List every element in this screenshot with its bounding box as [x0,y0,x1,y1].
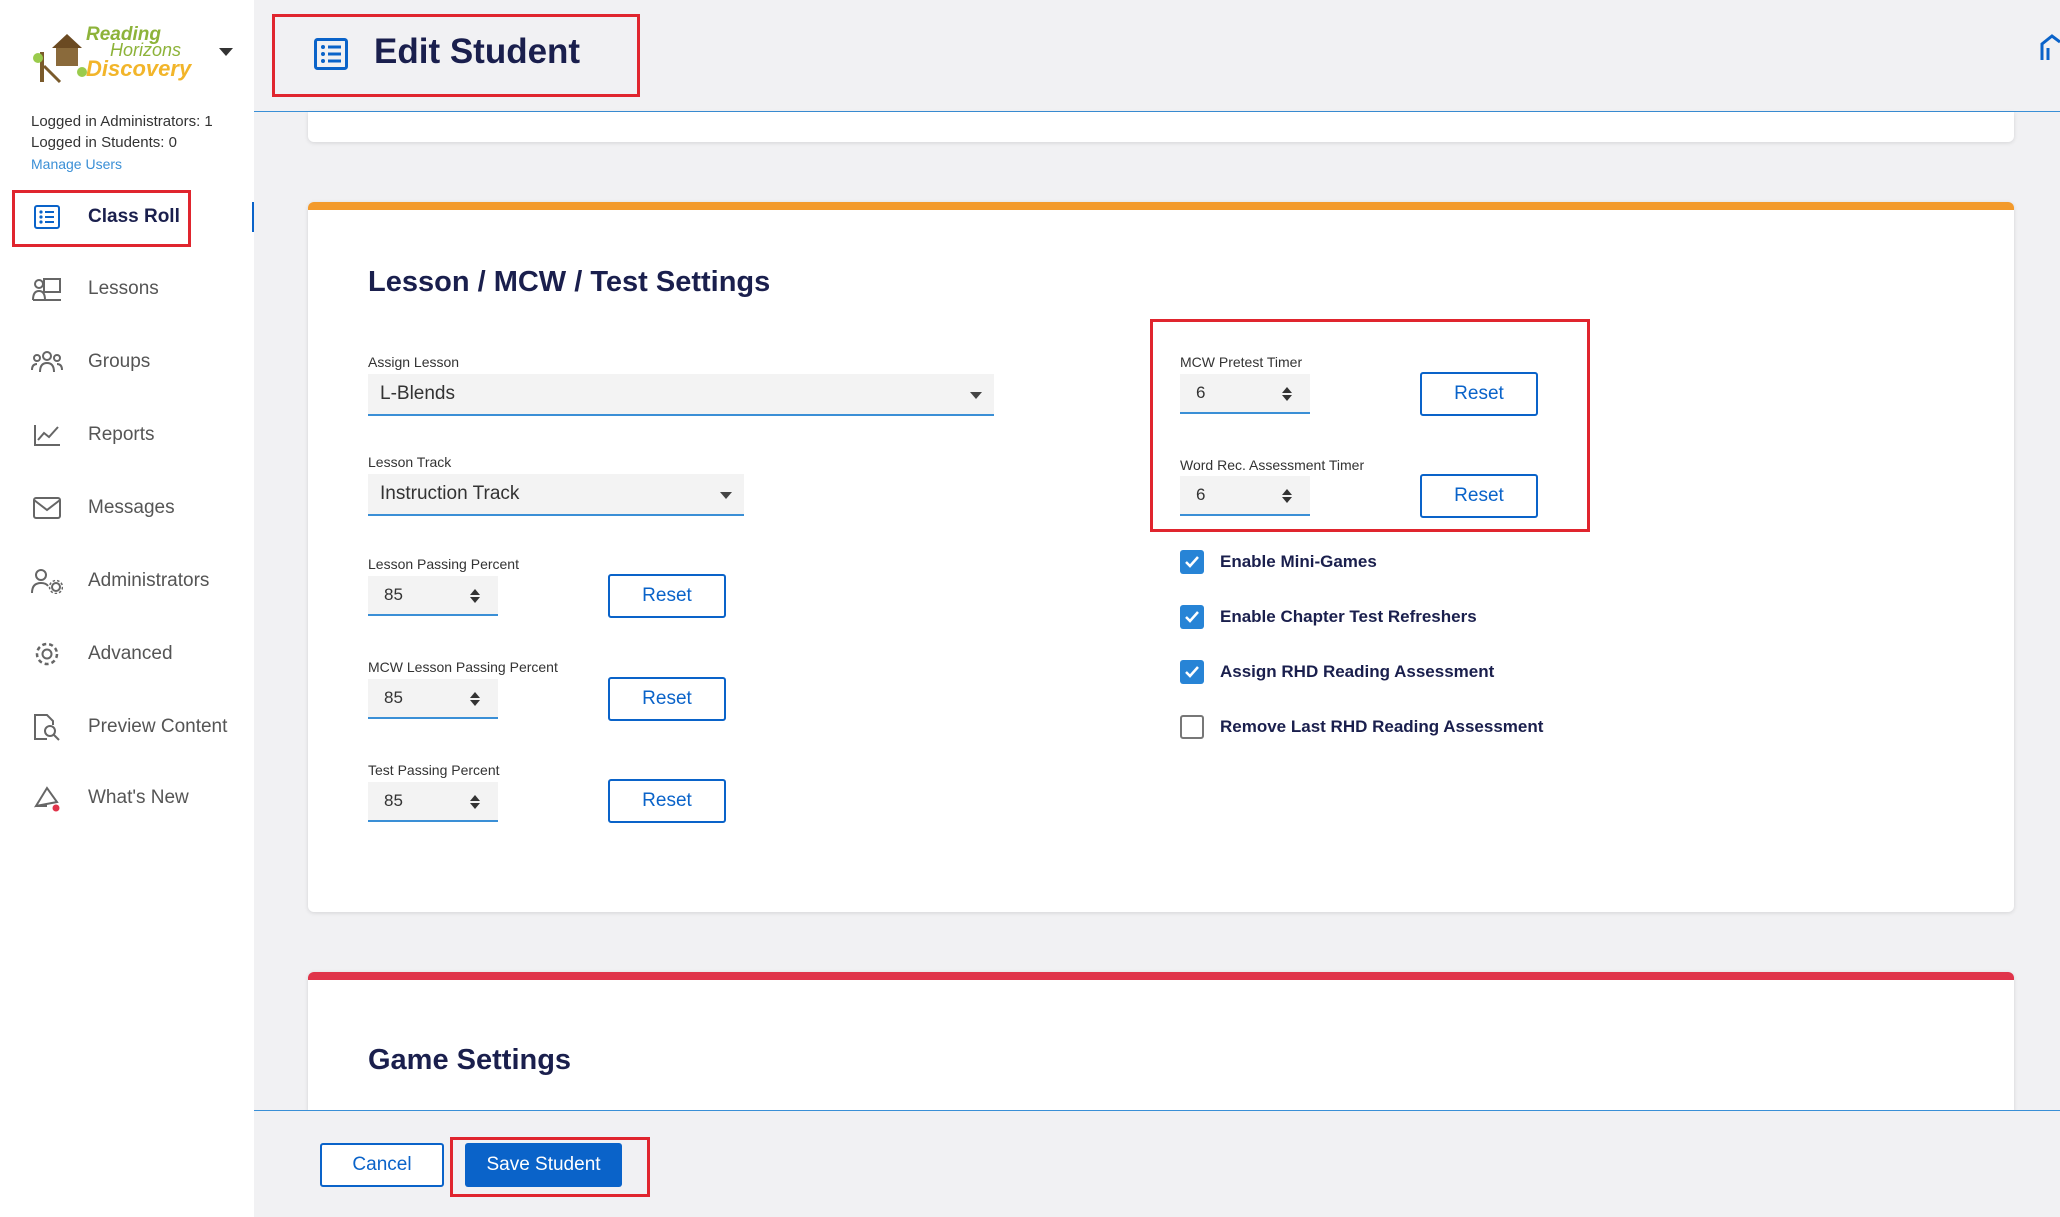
lesson-track-value: Instruction Track [380,483,520,504]
mcw-pretest-stepper[interactable]: 6 [1180,374,1310,414]
spinner-arrows-icon[interactable] [1282,487,1292,505]
groups-icon [31,346,63,378]
checkbox-checked-icon[interactable] [1180,605,1204,629]
sidebar-item-label: Reports [88,424,155,445]
logo-menu-caret-icon[interactable] [219,48,233,56]
save-student-button[interactable]: Save Student [465,1143,622,1187]
assign-lesson-value: L-Blends [380,383,455,404]
reset-mcw-passing-button[interactable]: Reset [608,677,726,721]
mcw-pretest-label: MCW Pretest Timer [1180,354,1303,370]
lesson-track-select[interactable]: Instruction Track [368,474,744,516]
sidebar-item-preview-content[interactable]: Preview Content [0,699,254,755]
mcw-passing-value: 85 [384,688,403,707]
lesson-passing-value: 85 [384,585,403,604]
chart-icon [31,419,63,451]
sidebar-item-lessons[interactable]: Lessons [0,261,254,317]
sidebar-item-groups[interactable]: Groups [0,334,254,390]
lesson-track-label: Lesson Track [368,454,452,470]
section-title: Game Settings [368,1044,572,1076]
assign-rhd-reading-assessment-checkbox[interactable]: Assign RHD Reading Assessment [1180,659,1494,685]
checkbox-label: Enable Chapter Test Refreshers [1220,607,1477,626]
reset-mcw-pretest-button[interactable]: Reset [1420,372,1538,416]
mcw-passing-stepper[interactable]: 85 [368,679,498,719]
spinner-arrows-icon[interactable] [470,587,480,605]
logged-admins-text: Logged in Administrators: 1 [31,113,213,130]
list-icon [31,201,63,233]
mcw-passing-label: MCW Lesson Passing Percent [368,659,558,675]
enable-chapter-test-refreshers-checkbox[interactable]: Enable Chapter Test Refreshers [1180,604,1477,630]
checkbox-unchecked-icon[interactable] [1180,715,1204,739]
word-rec-label: Word Rec. Assessment Timer [1180,457,1365,473]
checkbox-checked-icon[interactable] [1180,660,1204,684]
enable-mini-games-checkbox[interactable]: Enable Mini-Games [1180,549,1377,575]
game-settings-card: Game Settings [308,972,2014,1112]
reset-lesson-passing-button[interactable]: Reset [608,574,726,618]
sidebar: Reading Horizons Discovery Logged in Adm… [0,0,254,1217]
sidebar-item-label: Class Roll [88,206,180,227]
sidebar-item-label: Messages [88,497,175,518]
sidebar-item-messages[interactable]: Messages [0,480,254,536]
word-rec-value: 6 [1196,485,1206,504]
lesson-passing-label: Lesson Passing Percent [368,556,519,572]
sidebar-item-label: Lessons [88,278,159,299]
page-title: Edit Student [374,32,581,71]
chevron-down-icon [720,492,732,499]
sidebar-item-label: Administrators [88,570,210,591]
previous-section-card [308,112,2014,142]
test-passing-value: 85 [384,791,403,810]
sidebar-item-administrators[interactable]: Administrators [0,553,254,609]
checkbox-label: Assign RHD Reading Assessment [1220,662,1495,681]
logged-students-text: Logged in Students: 0 [31,134,177,151]
sidebar-item-label: Advanced [88,643,173,664]
cancel-button[interactable]: Cancel [320,1143,444,1187]
sidebar-item-whats-new[interactable]: What's New [0,770,254,826]
svg-text:Discovery: Discovery [86,56,193,81]
remove-last-rhd-reading-assessment-checkbox[interactable]: Remove Last RHD Reading Assessment [1180,714,1543,740]
reset-test-passing-button[interactable]: Reset [608,779,726,823]
sidebar-item-label: Preview Content [88,716,228,737]
sidebar-item-advanced[interactable]: Advanced [0,626,254,682]
assign-lesson-select[interactable]: L-Blends [368,374,994,416]
lesson-passing-stepper[interactable]: 85 [368,576,498,616]
word-rec-stepper[interactable]: 6 [1180,476,1310,516]
chevron-down-icon [970,392,982,399]
spinner-arrows-icon[interactable] [470,793,480,811]
megaphone-icon [31,782,63,814]
section-title: Lesson / MCW / Test Settings [368,266,771,298]
active-nav-indicator [252,202,254,232]
checkbox-checked-icon[interactable] [1180,550,1204,574]
envelope-icon [31,492,63,524]
assign-lesson-label: Assign Lesson [368,354,460,370]
sidebar-item-class-roll[interactable]: Class Roll [0,189,254,245]
sidebar-item-label: What's New [88,787,189,808]
spinner-arrows-icon[interactable] [470,690,480,708]
checkbox-label: Enable Mini-Games [1220,552,1377,571]
reading-horizons-logo[interactable]: Reading Horizons Discovery [30,18,205,88]
mcw-pretest-value: 6 [1196,383,1206,402]
manage-users-link[interactable]: Manage Users [31,156,122,172]
test-passing-label: Test Passing Percent [368,762,500,778]
school-icon[interactable] [2040,34,2060,67]
lesson-settings-card: Lesson / MCW / Test Settings Assign Less… [308,202,2014,912]
sidebar-item-label: Groups [88,351,151,372]
checkbox-label: Remove Last RHD Reading Assessment [1220,717,1544,736]
sidebar-item-reports[interactable]: Reports [0,407,254,463]
list-icon [314,38,348,75]
gear-icon [31,638,63,670]
admin-gear-icon [31,565,63,597]
spinner-arrows-icon[interactable] [1282,385,1292,403]
reset-word-rec-button[interactable]: Reset [1420,474,1538,518]
test-passing-stepper[interactable]: 85 [368,782,498,822]
document-search-icon [31,711,63,743]
lessons-icon [31,273,63,305]
